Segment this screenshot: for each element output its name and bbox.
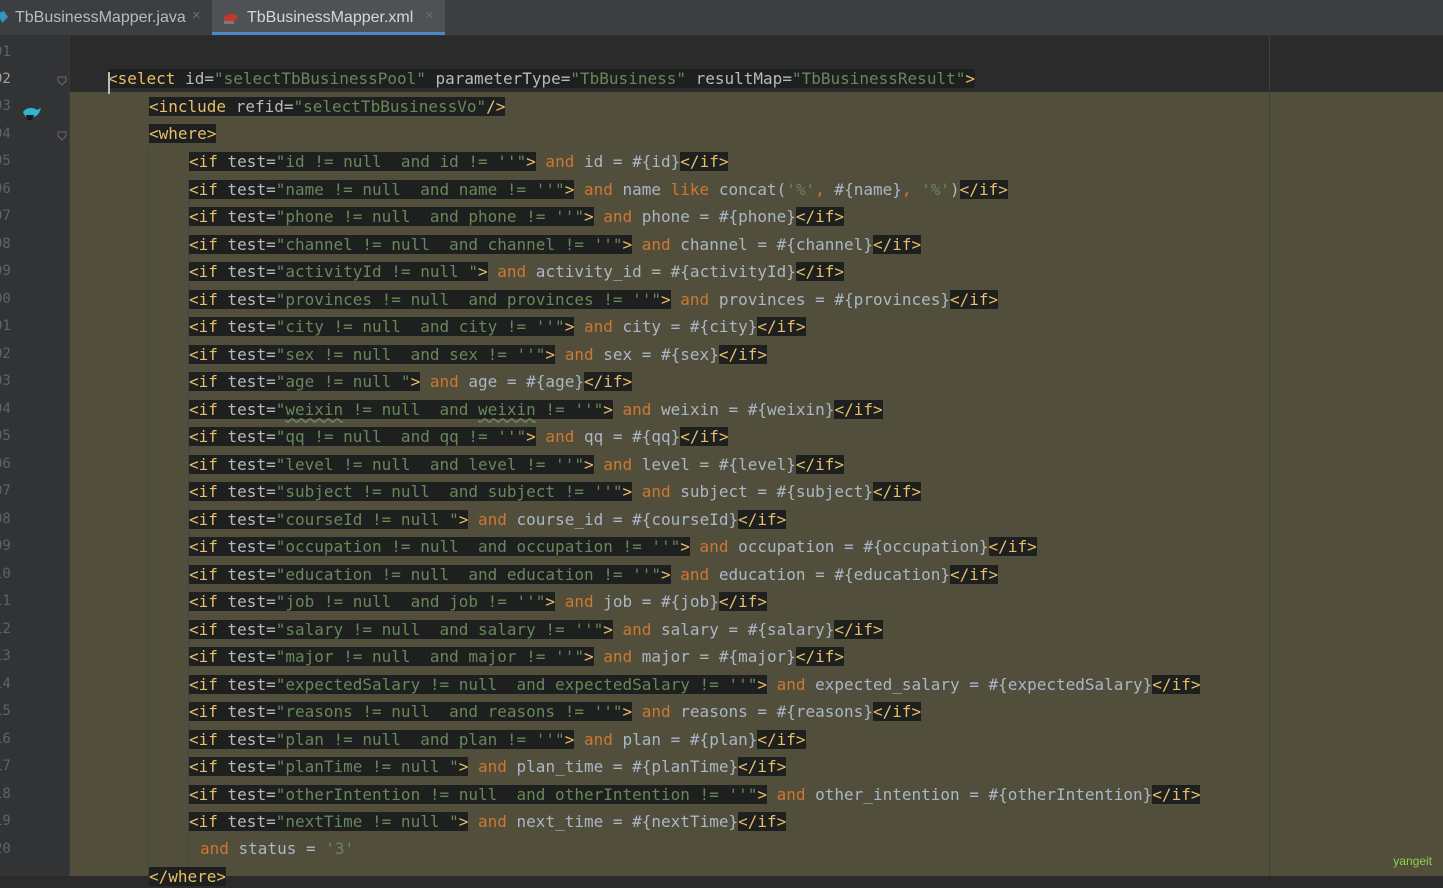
line-number: 95: [0, 153, 11, 169]
code-line-if: <if test="level != null and level != ''"…: [189, 454, 845, 474]
code-line-if: <if test="job != null and job != ''"> an…: [189, 592, 767, 611]
code-line-if: <if test="major != null and major != ''"…: [189, 647, 845, 666]
line-number: 02: [0, 346, 11, 362]
line-number: 09: [0, 538, 11, 554]
line-number: 05: [0, 428, 11, 444]
tab-tbbusinessmapper-xml[interactable]: TbBusinessMapper.xml ×: [212, 0, 445, 35]
line-number: 06: [0, 456, 11, 472]
watermark: yangeit: [1393, 854, 1432, 868]
code-line-if: <if test="salary != null and salary != '…: [189, 619, 883, 639]
line-number: 92: [0, 71, 11, 87]
code-line-if: <if test="weixin != null and weixin != '…: [189, 399, 883, 419]
code-line-if: <if test="subject != null and subject !=…: [189, 482, 922, 501]
tab-tbbusinessmapper-java[interactable]: TbBusinessMapper.java ×: [0, 0, 202, 35]
tab-label: TbBusinessMapper.xml: [247, 9, 414, 26]
line-number: 11: [0, 593, 11, 609]
fold-marker-icon[interactable]: [57, 131, 67, 141]
code-line-if: <if test="planTime != null "> and plan_t…: [189, 757, 787, 776]
line-number: 94: [0, 126, 11, 142]
code-editor[interactable]: <select id="selectTbBusinessPool" parame…: [70, 36, 1443, 886]
code-line-if: <if test="qq != null and qq != ''"> and …: [189, 427, 729, 446]
line-number: 13: [0, 648, 11, 664]
code-line-if: <if test="expectedSalary != null and exp…: [189, 674, 1201, 694]
fold-marker-icon[interactable]: [57, 76, 67, 86]
code-line-status: and status = '3': [200, 839, 355, 858]
line-number-gutter[interactable]: 91 92 93 94 95 96 97 98 99 00 01 02 03 0…: [0, 36, 69, 876]
code-line-if: <if test="phone != null and phone != ''"…: [189, 207, 845, 226]
line-number: 97: [0, 208, 11, 224]
code-line-if: <if test="id != null and id != ''"> and …: [189, 152, 729, 171]
code-line-select: <select id="selectTbBusinessPool" parame…: [108, 69, 975, 88]
line-number: 19: [0, 813, 11, 829]
line-number: 17: [0, 758, 11, 774]
code-line-if: <if test="activityId != null "> and acti…: [189, 262, 845, 281]
line-number: 96: [0, 181, 11, 197]
code-line-if: <if test="plan != null and plan != ''"> …: [189, 729, 806, 749]
line-number: 04: [0, 401, 11, 417]
code-line-if: <if test="occupation != null and occupat…: [189, 537, 1037, 556]
code-line-if: <if test="otherIntention != null and oth…: [189, 784, 1201, 804]
code-line-if: <if test="provinces != null and province…: [189, 289, 999, 309]
close-icon[interactable]: ×: [425, 7, 434, 24]
line-number: 16: [0, 731, 11, 747]
line-number: 07: [0, 483, 11, 499]
close-icon[interactable]: ×: [192, 7, 201, 24]
line-number: 00: [0, 291, 11, 307]
java-interface-icon: [0, 11, 8, 23]
line-number: 15: [0, 703, 11, 719]
line-number: 12: [0, 621, 11, 637]
editor-tab-bar: TbBusinessMapper.java × TbBusinessMapper…: [0, 0, 1443, 36]
line-number: 99: [0, 263, 11, 279]
code-line-if: <if test="reasons != null and reasons !=…: [189, 702, 922, 721]
code-line-where-open: <where>: [149, 124, 217, 143]
line-number: 10: [0, 566, 11, 582]
line-number: 08: [0, 511, 11, 527]
line-number: 98: [0, 236, 11, 252]
code-line-if: <if test="courseId != null "> and course…: [189, 509, 787, 529]
code-line-if: <if test="nextTime != null "> and next_t…: [189, 812, 787, 831]
code-line-if: <if test="name != null and name != ''"> …: [189, 179, 1008, 199]
line-number: 01: [0, 318, 11, 334]
indent-guide: [148, 148, 149, 876]
tab-label: TbBusinessMapper.java: [15, 9, 186, 26]
code-line-if: <if test="city != null and city != ''"> …: [189, 317, 806, 336]
line-number: 20: [0, 841, 11, 857]
code-line-include: <include refid="selectTbBusinessVo"/>: [149, 97, 506, 116]
mapper-navigation-icon[interactable]: [22, 106, 42, 122]
line-number: 93: [0, 98, 11, 114]
line-number: 14: [0, 676, 11, 692]
right-margin-guide: [1269, 36, 1270, 876]
line-number: 91: [0, 44, 11, 60]
code-line-if: <if test="sex != null and sex != ''"> an…: [189, 344, 767, 364]
text-caret: [108, 72, 110, 94]
line-number: 03: [0, 373, 11, 389]
mybatis-xml-icon: [223, 13, 238, 24]
code-line-if: <if test="education != null and educatio…: [189, 564, 999, 584]
code-line-if: <if test="channel != null and channel !=…: [189, 234, 922, 254]
line-number: 18: [0, 786, 11, 802]
active-tab-indicator: [212, 32, 445, 35]
code-line-where-close: </where>: [149, 867, 227, 886]
code-line-if: <if test="age != null "> and age = #{age…: [189, 372, 633, 391]
